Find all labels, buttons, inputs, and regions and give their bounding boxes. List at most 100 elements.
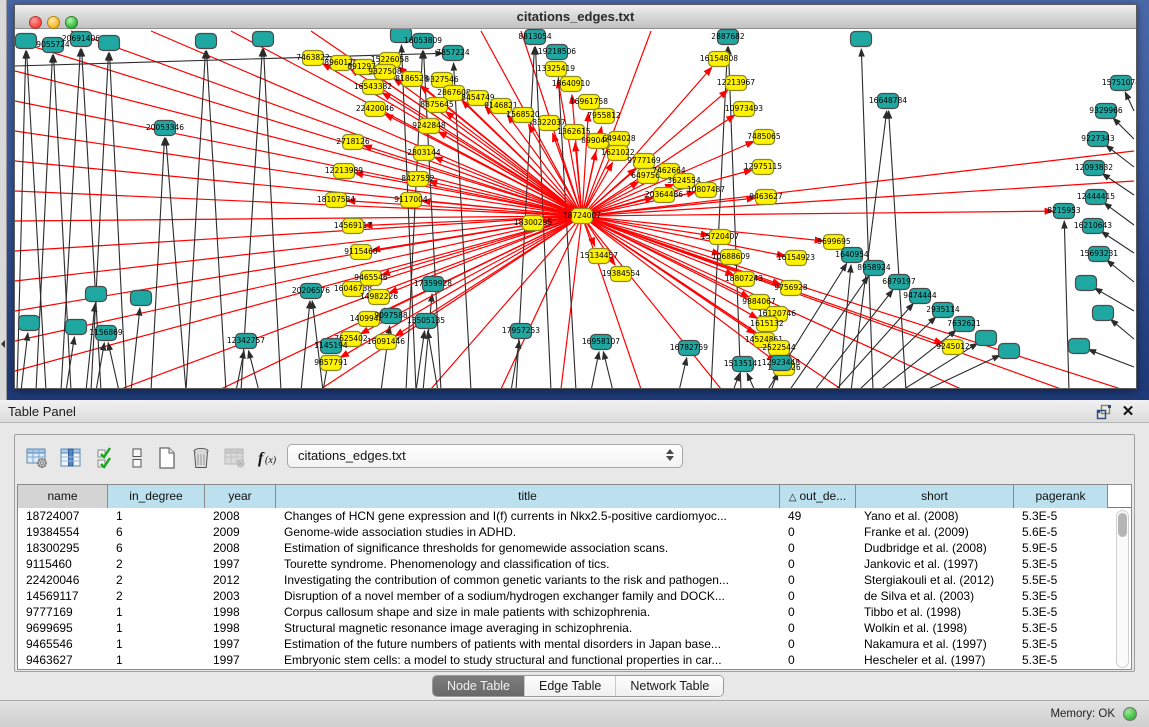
cell-short[interactable]: de Silva et al. (2003) bbox=[856, 588, 1014, 604]
cell-name[interactable]: 9777169 bbox=[18, 604, 108, 620]
cell-out_de[interactable]: 0 bbox=[780, 524, 856, 540]
graph-node-teal[interactable]: 20206576 bbox=[292, 284, 330, 299]
graph-node-teal[interactable]: 9474444 bbox=[903, 289, 937, 304]
graph-node-teal[interactable]: 17359928 bbox=[414, 277, 452, 292]
graph-node-teal[interactable]: 1145194 bbox=[314, 339, 348, 354]
cell-short[interactable]: Yano et al. (2008) bbox=[856, 508, 1014, 524]
graph-node-teal[interactable] bbox=[16, 34, 37, 49]
network-graph-canvas[interactable]: 1872400774638228960128891297415226058932… bbox=[15, 29, 1136, 388]
cell-name[interactable]: 9463627 bbox=[18, 652, 108, 668]
graph-node-teal[interactable] bbox=[86, 287, 107, 302]
cell-short[interactable]: Hescheler et al. (1997) bbox=[856, 652, 1014, 668]
new-file-icon[interactable] bbox=[153, 444, 181, 474]
unselect-all-icon[interactable] bbox=[123, 444, 151, 474]
table-settings-icon[interactable] bbox=[23, 444, 51, 474]
cell-year[interactable]: 1998 bbox=[205, 620, 276, 636]
graph-node-yellow[interactable]: 9245012 bbox=[936, 340, 970, 355]
cell-in_degree[interactable]: 6 bbox=[108, 540, 205, 556]
table-row[interactable]: 1938455462009Genome-wide association stu… bbox=[18, 524, 1131, 540]
graph-node-teal[interactable] bbox=[999, 344, 1020, 359]
table-scrollbar[interactable] bbox=[1116, 510, 1129, 668]
graph-node-teal[interactable]: 15693231 bbox=[1080, 247, 1118, 262]
cell-out_de[interactable]: 0 bbox=[780, 652, 856, 668]
graph-node-teal[interactable]: 13505135 bbox=[407, 314, 445, 329]
cell-pagerank[interactable]: 5.6E-5 bbox=[1014, 524, 1108, 540]
graph-node-teal[interactable]: 1640954 bbox=[835, 248, 869, 263]
graph-node-teal[interactable]: 16648784 bbox=[869, 94, 907, 109]
graph-node-teal[interactable] bbox=[976, 331, 997, 346]
cell-year[interactable]: 1998 bbox=[205, 604, 276, 620]
cell-short[interactable]: Franke et al. (2009) bbox=[856, 524, 1014, 540]
cell-out_de[interactable]: 0 bbox=[780, 540, 856, 556]
graph-node-teal[interactable] bbox=[19, 316, 40, 331]
graph-node-yellow[interactable]: 16961758 bbox=[570, 95, 608, 110]
table-row[interactable]: 977716911998Corpus callosum shape and si… bbox=[18, 604, 1131, 620]
table-row[interactable]: 969969511998Structural magnetic resonanc… bbox=[18, 620, 1131, 636]
graph-node-yellow[interactable]: 2718126 bbox=[336, 135, 370, 150]
graph-node-yellow[interactable]: 20364486 bbox=[645, 188, 683, 203]
cell-in_degree[interactable]: 1 bbox=[108, 636, 205, 652]
graph-node-teal[interactable]: 8215953 bbox=[1047, 204, 1081, 219]
graph-node-teal[interactable]: 12093832 bbox=[1075, 161, 1113, 176]
graph-node-teal[interactable] bbox=[131, 291, 152, 306]
graph-node-teal[interactable]: 12444415 bbox=[1077, 190, 1115, 205]
column-header-in_degree[interactable]: in_degree bbox=[108, 485, 205, 508]
graph-node-yellow[interactable]: 9463627 bbox=[749, 190, 783, 205]
cell-name[interactable]: 22420046 bbox=[18, 572, 108, 588]
cell-short[interactable]: Jankovic et al. (1997) bbox=[856, 556, 1014, 572]
cell-name[interactable]: 14569117 bbox=[18, 588, 108, 604]
graph-node-teal[interactable] bbox=[1076, 276, 1097, 291]
graph-node-yellow[interactable]: 10807487 bbox=[687, 183, 725, 198]
graph-node-yellow[interactable]: 1615132 bbox=[750, 317, 784, 332]
graph-node-yellow[interactable]: 12213967 bbox=[717, 76, 755, 91]
graph-node-yellow[interactable]: 16091446 bbox=[367, 335, 405, 350]
column-header-pagerank[interactable]: pagerank bbox=[1014, 485, 1108, 508]
cell-pagerank[interactable]: 5.3E-5 bbox=[1014, 636, 1108, 652]
graph-node-yellow[interactable]: 9115460 bbox=[344, 245, 378, 260]
cell-title[interactable]: Tourette syndrome. Phenomenology and cla… bbox=[276, 556, 780, 572]
graph-node-teal[interactable]: 16053809 bbox=[404, 34, 442, 49]
close-panel-icon[interactable]: ✕ bbox=[1120, 402, 1136, 420]
cell-short[interactable]: Wolkin et al. (1998) bbox=[856, 620, 1014, 636]
graph-node-teal[interactable] bbox=[196, 34, 217, 49]
cell-in_degree[interactable]: 2 bbox=[108, 556, 205, 572]
graph-node-teal[interactable]: 2887682 bbox=[711, 30, 745, 45]
cell-out_de[interactable]: 0 bbox=[780, 556, 856, 572]
graph-node-yellow[interactable]: 16154808 bbox=[700, 52, 738, 67]
column-header-year[interactable]: year bbox=[205, 485, 276, 508]
graph-node-teal[interactable]: 16958107 bbox=[582, 335, 620, 350]
graph-node-teal[interactable]: 9227343 bbox=[1081, 132, 1115, 147]
graph-node-teal[interactable] bbox=[253, 32, 274, 47]
cell-name[interactable]: 9699695 bbox=[18, 620, 108, 636]
graph-node-teal[interactable] bbox=[99, 36, 120, 51]
graph-node-yellow[interactable]: 9857791 bbox=[314, 356, 348, 371]
graph-node-teal[interactable]: 17957253 bbox=[502, 324, 540, 339]
cell-title[interactable]: Embryonic stem cells: a model to study s… bbox=[276, 652, 780, 668]
graph-node-teal[interactable]: 20053346 bbox=[146, 121, 184, 136]
column-header-name[interactable]: name bbox=[18, 485, 108, 508]
table-row[interactable]: 911546021997Tourette syndrome. Phenomeno… bbox=[18, 556, 1131, 572]
tab-edge-table[interactable]: Edge Table bbox=[525, 676, 616, 697]
cell-year[interactable]: 2009 bbox=[205, 524, 276, 540]
network-window-titlebar[interactable]: citations_edges.txt bbox=[15, 5, 1136, 29]
graph-node-teal[interactable]: 2935114 bbox=[926, 303, 960, 318]
cell-year[interactable]: 2008 bbox=[205, 508, 276, 524]
cell-pagerank[interactable]: 5.3E-5 bbox=[1014, 508, 1108, 524]
cell-title[interactable]: Estimation of significance thresholds fo… bbox=[276, 540, 780, 556]
cell-title[interactable]: Investigating the contribution of common… bbox=[276, 572, 780, 588]
cell-pagerank[interactable]: 5.9E-5 bbox=[1014, 540, 1108, 556]
column-header-short[interactable]: short bbox=[856, 485, 1014, 508]
graph-node-teal[interactable]: 7632621 bbox=[947, 317, 981, 332]
graph-node-yellow[interactable]: 18640910 bbox=[552, 77, 590, 92]
cell-short[interactable]: Nakamura et al. (1997) bbox=[856, 636, 1014, 652]
cell-out_de[interactable]: 0 bbox=[780, 572, 856, 588]
graph-node-teal[interactable]: 12342757 bbox=[227, 334, 265, 349]
table-row[interactable]: 1872400712008Changes of HCN gene express… bbox=[18, 508, 1131, 524]
cell-name[interactable]: 18300295 bbox=[18, 540, 108, 556]
graph-node-teal[interactable]: 9329966 bbox=[1089, 104, 1123, 119]
function-builder-icon[interactable]: f(x) bbox=[255, 444, 283, 474]
cell-in_degree[interactable]: 1 bbox=[108, 604, 205, 620]
graph-node-yellow[interactable]: 18300295 bbox=[514, 216, 552, 231]
cell-year[interactable]: 1997 bbox=[205, 556, 276, 572]
graph-node-yellow[interactable]: 7955812 bbox=[587, 109, 621, 124]
